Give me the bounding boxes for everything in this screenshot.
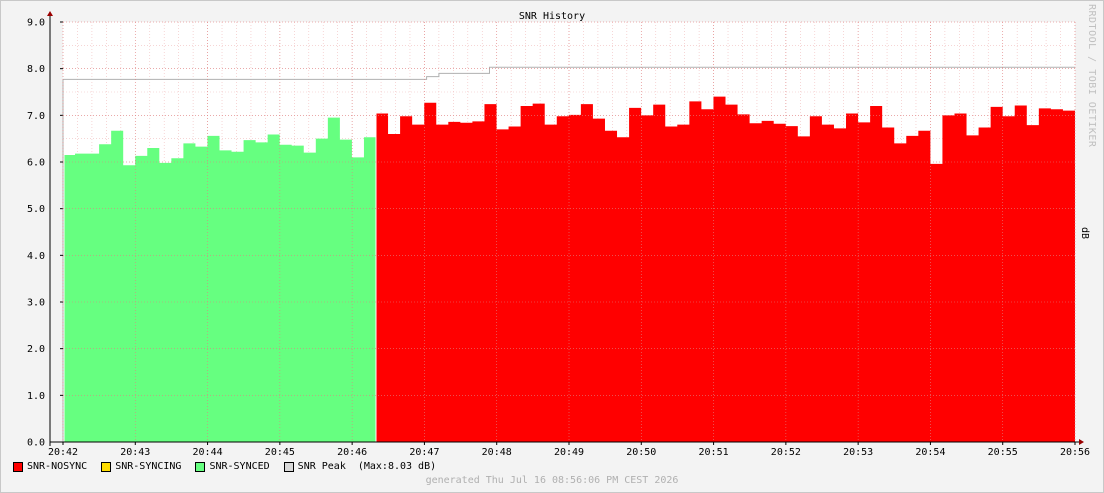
y-tick-label: 9.0	[27, 18, 45, 29]
x-tick-labels: 20:42 20:43 20:44 20:45 20:46 20:47 20:48 20:49…	[48, 447, 1090, 458]
y-tick-label: 0.0	[27, 438, 45, 449]
y-tick-label: 4.0	[27, 251, 45, 262]
x-tick-label: 20:56	[1060, 447, 1090, 458]
x-tick-label: 20:44	[193, 447, 223, 458]
series-area-synced	[63, 117, 376, 443]
y-tick-label: 8.0	[27, 64, 45, 75]
y-tick-label: 3.0	[27, 298, 45, 309]
x-tick-label: 20:48	[482, 447, 512, 458]
x-tick-label: 20:42	[48, 447, 78, 458]
snr-history-chart: 0.01.02.03.04.05.06.07.08.09.0 20:42 20:4…	[27, 11, 1090, 458]
y-tick-label: 6.0	[27, 158, 45, 169]
legend-label-syncing: SNR-SYNCING	[115, 461, 182, 472]
legend-peak-max: (Max:8.03 dB)	[357, 461, 437, 472]
y-tick-label: 7.0	[27, 111, 45, 122]
x-tick-label: 20:55	[988, 447, 1018, 458]
legend-item-synced: SNR-SYNCED	[195, 461, 270, 472]
y-tick-label: 2.0	[27, 344, 45, 355]
x-tick-label: 20:45	[265, 447, 295, 458]
y-axis-label: dB	[1079, 227, 1090, 239]
legend-item-nosync: SNR-NOSYNC	[13, 461, 87, 472]
generated-footer: generated Thu Jul 16 08:56:06 PM CEST 20…	[425, 475, 679, 486]
x-tick-label: 20:52	[771, 447, 801, 458]
x-tick-label: 20:51	[699, 447, 729, 458]
chart-title: SNR History	[519, 11, 585, 22]
legend-label-nosync: SNR-NOSYNC	[27, 461, 88, 472]
y-tick-labels: 0.0 1.0 2.0 3.0 4.0 5.0 6.0 7.0 8.0 9.0	[27, 18, 45, 449]
y-tick-label: 5.0	[27, 204, 45, 215]
x-axis-arrow	[1079, 439, 1084, 445]
x-tick-label: 20:43	[120, 447, 150, 458]
x-tick-label: 20:53	[843, 447, 873, 458]
y-axis-arrow	[47, 11, 53, 16]
x-tick-label: 20:50	[626, 447, 656, 458]
legend-swatch-peak	[283, 461, 294, 472]
x-tick-label: 20:54	[915, 447, 945, 458]
series-area-nosync	[375, 96, 1075, 443]
x-tick-label: 20:46	[337, 447, 367, 458]
legend-swatch-nosync	[13, 461, 23, 472]
legend-item-peak: SNR Peak (Max:8.03 dB)	[283, 461, 437, 472]
legend-swatch-synced	[195, 461, 206, 472]
x-tick-label: 20:47	[409, 447, 439, 458]
y-tick-label: 1.0	[27, 391, 45, 402]
rrdtool-watermark: RRDTOOL / TOBI OETIKER	[1086, 4, 1097, 148]
x-tick-label: 20:49	[554, 447, 584, 458]
legend-label-synced: SNR-SYNCED	[209, 461, 270, 472]
legend-label-peak: SNR Peak	[297, 461, 346, 472]
legend-swatch-syncing	[101, 461, 112, 472]
legend-item-syncing: SNR-SYNCING	[101, 461, 181, 472]
legend: SNR-NOSYNC SNR-SYNCING SNR-SYNCED SNR Pe…	[13, 461, 436, 472]
